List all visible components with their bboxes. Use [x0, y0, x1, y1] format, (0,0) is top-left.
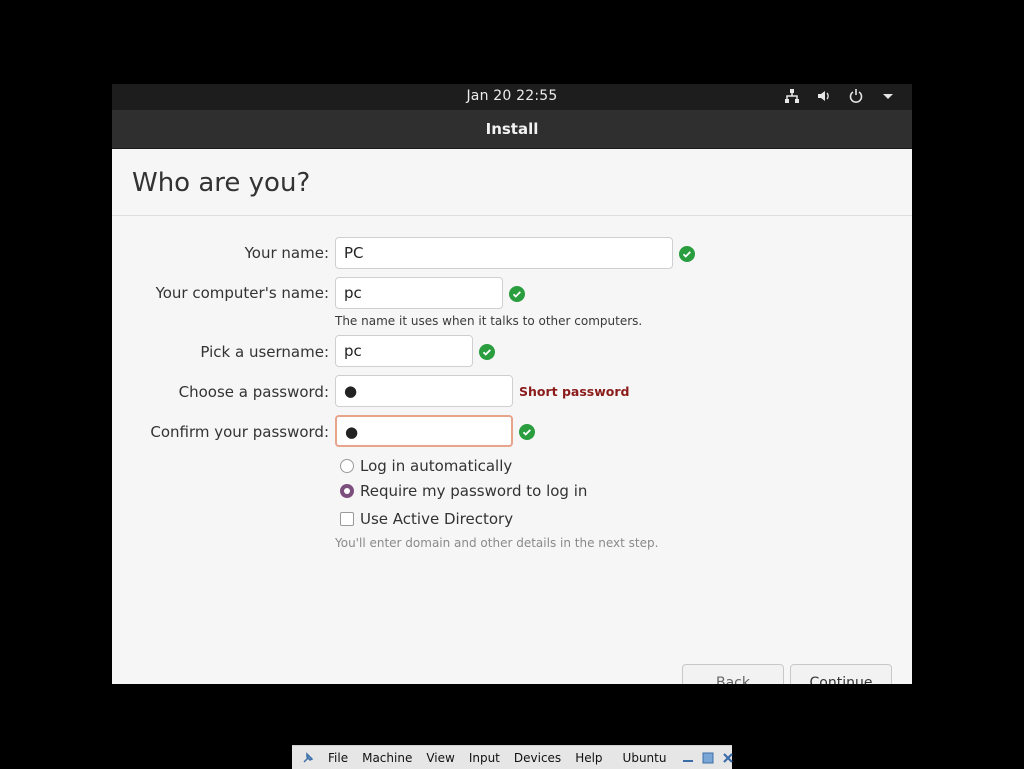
menu-file[interactable]: File — [328, 751, 348, 765]
your-name-input[interactable]: PC — [335, 237, 673, 269]
menu-input[interactable]: Input — [469, 751, 500, 765]
require-password-label: Require my password to log in — [360, 482, 588, 500]
pin-icon[interactable] — [302, 751, 314, 764]
power-icon[interactable] — [848, 88, 866, 106]
active-directory-label: Use Active Directory — [360, 510, 514, 528]
username-input[interactable]: pc — [335, 335, 473, 367]
vm-screen: Jan 20 22:55 Install Who are you? Your n… — [112, 84, 912, 684]
volume-icon[interactable] — [816, 88, 834, 106]
dropdown-icon[interactable] — [880, 88, 898, 106]
network-icon[interactable] — [784, 88, 802, 106]
username-label: Pick a username: — [200, 343, 329, 361]
page-title: Who are you? — [132, 168, 311, 198]
password-input[interactable]: ● — [335, 375, 513, 407]
divider — [112, 215, 912, 216]
active-directory-option[interactable]: Use Active Directory — [340, 510, 513, 528]
check-icon — [679, 246, 695, 262]
check-icon — [509, 286, 525, 302]
continue-button[interactable]: Continue — [790, 664, 892, 684]
system-tray — [784, 88, 898, 106]
close-icon[interactable] — [722, 752, 734, 764]
window-title: Install — [112, 110, 912, 149]
login-automatically-label: Log in automatically — [360, 457, 513, 475]
radio-selected-icon[interactable] — [340, 484, 354, 498]
password-label: Choose a password: — [178, 383, 329, 401]
check-icon — [519, 424, 535, 440]
checkbox-icon[interactable] — [340, 512, 354, 526]
minimize-icon[interactable] — [682, 752, 694, 764]
menu-help[interactable]: Help — [575, 751, 602, 765]
vm-name: Ubuntu — [622, 750, 667, 765]
radio-icon[interactable] — [340, 459, 354, 473]
menu-machine[interactable]: Machine — [362, 751, 412, 765]
confirm-password-input[interactable]: ● — [335, 415, 513, 447]
login-automatically-option[interactable]: Log in automatically — [340, 457, 512, 475]
computer-name-help: The name it uses when it talks to other … — [335, 314, 643, 328]
check-icon — [479, 344, 495, 360]
your-name-label: Your name: — [244, 244, 329, 262]
require-password-option[interactable]: Require my password to log in — [340, 482, 587, 500]
back-button[interactable]: Back — [682, 664, 784, 684]
virtualbox-menu-bar: File Machine View Input Devices Help Ubu… — [292, 745, 734, 769]
active-directory-help: You'll enter domain and other details in… — [335, 536, 659, 550]
confirm-password-label: Confirm your password: — [150, 423, 329, 441]
computer-name-input[interactable]: pc — [335, 277, 503, 309]
menu-devices[interactable]: Devices — [514, 751, 561, 765]
menu-view[interactable]: View — [426, 751, 454, 765]
restore-icon[interactable] — [702, 752, 714, 764]
password-strength-warning: Short password — [519, 384, 630, 399]
top-bar: Jan 20 22:55 — [112, 84, 912, 110]
computer-name-label: Your computer's name: — [155, 284, 329, 302]
